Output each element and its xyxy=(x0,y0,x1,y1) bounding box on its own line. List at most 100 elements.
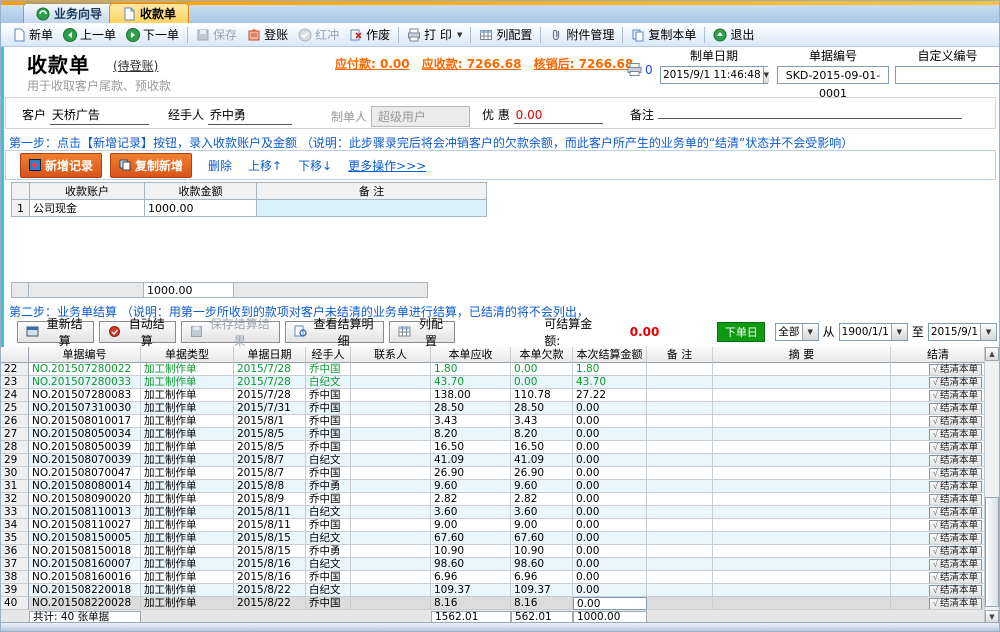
doc-date-cell[interactable]: 2015/8/16 xyxy=(234,571,306,584)
row-number[interactable]: 37 xyxy=(1,558,29,571)
settle-bill-button[interactable]: √结清本单 xyxy=(929,559,982,571)
col-note[interactable]: 备 注 xyxy=(647,347,713,363)
chevron-down-icon[interactable]: ▼ xyxy=(891,324,907,340)
row-number[interactable]: 25 xyxy=(1,402,29,415)
column-config-button[interactable]: 列配置 xyxy=(474,24,537,45)
receivable-cell[interactable]: 26.90 xyxy=(431,467,511,480)
receivable-cell[interactable]: 138.00 xyxy=(431,389,511,402)
debt-cell[interactable]: 98.60 xyxy=(511,558,573,571)
contact-cell[interactable] xyxy=(351,493,431,506)
note-cell[interactable] xyxy=(647,376,713,389)
debt-cell[interactable]: 41.09 xyxy=(511,454,573,467)
settle-bill-button[interactable]: √结清本单 xyxy=(929,533,982,545)
settle-bill-button[interactable]: √结清本单 xyxy=(929,494,982,506)
row-number[interactable]: 40 xyxy=(1,597,29,610)
memo-cell[interactable] xyxy=(713,519,891,532)
tab-receipt[interactable]: 收款单 xyxy=(109,3,189,23)
doc-no-cell[interactable]: NO.201507280033 xyxy=(29,376,141,389)
receivable-cell[interactable]: 9.60 xyxy=(431,480,511,493)
row-number[interactable]: 24 xyxy=(1,389,29,402)
account-row[interactable]: 1 公司现金 1000.00 xyxy=(12,200,487,217)
col-contact[interactable]: 联系人 xyxy=(351,347,431,363)
doc-date-cell[interactable]: 2015/8/15 xyxy=(234,545,306,558)
move-down-link[interactable]: 下移↓ xyxy=(298,157,332,174)
doc-date-cell[interactable]: 2015/8/1 xyxy=(234,415,306,428)
view-settle-detail-button[interactable]: 查看结算明细 xyxy=(285,321,384,343)
handler-cell[interactable]: 乔中国 xyxy=(306,571,351,584)
contact-cell[interactable] xyxy=(351,506,431,519)
handler-cell[interactable]: 乔中国 xyxy=(306,363,351,376)
debt-cell[interactable]: 110.78 xyxy=(511,389,573,402)
settle-amount-cell[interactable]: 0.00 xyxy=(573,597,647,610)
settle-amount-cell[interactable]: 0.00 xyxy=(573,519,647,532)
customer-input[interactable]: 天桥广告 xyxy=(50,106,149,125)
memo-cell[interactable] xyxy=(713,480,891,493)
debt-cell[interactable]: 9.60 xyxy=(511,480,573,493)
contact-cell[interactable] xyxy=(351,584,431,597)
settle-bill-button[interactable]: √结清本单 xyxy=(929,572,982,584)
debt-cell[interactable]: 26.90 xyxy=(511,467,573,480)
save-button[interactable]: 保存 xyxy=(191,24,242,45)
memo-cell[interactable] xyxy=(713,402,891,415)
handler-cell[interactable]: 乔中国 xyxy=(306,441,351,454)
debt-cell[interactable]: 10.90 xyxy=(511,545,573,558)
doc-date-cell[interactable]: 2015/8/22 xyxy=(234,597,306,610)
note-cell[interactable] xyxy=(647,493,713,506)
table-row[interactable]: 30NO.201508070047加工制作单2015/8/7乔中国26.9026… xyxy=(1,467,1000,480)
doc-date-cell[interactable]: 2015/7/28 xyxy=(234,389,306,402)
debt-cell[interactable]: 2.82 xyxy=(511,493,573,506)
settle-amount-cell[interactable]: 0.00 xyxy=(573,467,647,480)
handler-cell[interactable]: 乔中国 xyxy=(306,402,351,415)
memo-cell[interactable] xyxy=(713,493,891,506)
discount-input[interactable]: 0.00 xyxy=(514,108,603,124)
next-bill-button[interactable]: 下一单 xyxy=(121,24,184,45)
col-settle-amount[interactable]: 本次结算金额 xyxy=(573,347,647,363)
receivable-cell[interactable]: 8.20 xyxy=(431,428,511,441)
contact-cell[interactable] xyxy=(351,428,431,441)
doc-no-cell[interactable]: NO.201508220028 xyxy=(29,597,141,610)
row-number[interactable]: 34 xyxy=(1,519,29,532)
table-row[interactable]: 39NO.201508220018加工制作单2015/8/22白纪文109.37… xyxy=(1,584,1000,597)
doc-no-cell[interactable]: NO.201507280083 xyxy=(29,389,141,402)
doc-no-cell[interactable]: NO.201508070039 xyxy=(29,454,141,467)
doc-date-cell[interactable]: 2015/8/9 xyxy=(234,493,306,506)
note-cell[interactable] xyxy=(647,415,713,428)
debt-cell[interactable]: 3.60 xyxy=(511,506,573,519)
settle-amount-cell[interactable]: 0.00 xyxy=(573,558,647,571)
doc-type-cell[interactable]: 加工制作单 xyxy=(141,441,234,454)
create-date-combo[interactable]: 2015/9/1 11:46:48 ▼ xyxy=(660,66,768,84)
settle-amount-cell[interactable]: 0.00 xyxy=(573,571,647,584)
table-row[interactable]: 38NO.201508160016加工制作单2015/8/16乔中国6.966.… xyxy=(1,571,1000,584)
doc-date-cell[interactable]: 2015/8/22 xyxy=(234,584,306,597)
col-settled[interactable]: 结清 xyxy=(891,347,986,363)
table-row[interactable]: 32NO.201508090020加工制作单2015/8/9乔中国2.822.8… xyxy=(1,493,1000,506)
custom-number-input[interactable] xyxy=(895,66,1000,84)
doc-no-cell[interactable]: NO.201508110027 xyxy=(29,519,141,532)
handler-cell[interactable]: 白纪文 xyxy=(306,532,351,545)
order-date-button[interactable]: 下单日期 xyxy=(717,322,765,342)
register-button[interactable]: 登账 xyxy=(242,24,293,45)
doc-number-value[interactable]: SKD-2015-09-01-0001 xyxy=(777,66,889,84)
settle-bill-button[interactable]: √结清本单 xyxy=(929,390,982,402)
settle-amount-cell[interactable]: 0.00 xyxy=(573,441,647,454)
debt-cell[interactable]: 3.43 xyxy=(511,415,573,428)
table-row[interactable]: 36NO.201508150018加工制作单2015/8/15乔中勇10.901… xyxy=(1,545,1000,558)
settle-amount-cell[interactable]: 27.22 xyxy=(573,389,647,402)
receivable-cell[interactable]: 3.43 xyxy=(431,415,511,428)
settle-amount-cell[interactable]: 43.70 xyxy=(573,376,647,389)
memo-cell[interactable] xyxy=(713,363,891,376)
row-number[interactable]: 30 xyxy=(1,467,29,480)
debt-cell[interactable]: 6.96 xyxy=(511,571,573,584)
contact-cell[interactable] xyxy=(351,545,431,558)
column-config-button[interactable]: 列配置 xyxy=(389,321,455,343)
col-doc-type[interactable]: 单据类型 xyxy=(141,347,234,363)
chevron-down-icon[interactable]: ▼ xyxy=(763,67,769,83)
debt-cell[interactable]: 16.50 xyxy=(511,441,573,454)
doc-no-cell[interactable]: NO.201508150005 xyxy=(29,532,141,545)
contact-cell[interactable] xyxy=(351,558,431,571)
table-row[interactable]: 34NO.201508110027加工制作单2015/8/11乔中国9.009.… xyxy=(1,519,1000,532)
remark-input[interactable] xyxy=(658,117,962,119)
note-cell[interactable] xyxy=(647,454,713,467)
table-row[interactable]: 25NO.201507310030加工制作单2015/7/31乔中国28.502… xyxy=(1,402,1000,415)
settle-amount-cell[interactable]: 0.00 xyxy=(573,532,647,545)
